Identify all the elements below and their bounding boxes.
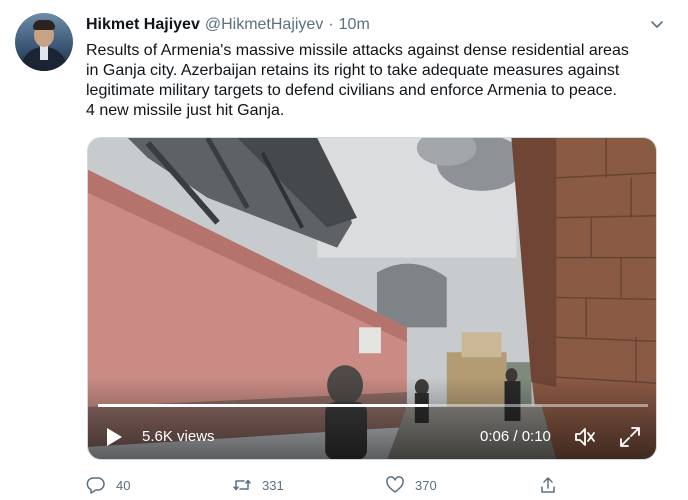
fullscreen-icon[interactable] (618, 425, 642, 449)
share-button[interactable] (538, 474, 558, 496)
tweet-time[interactable]: 10m (339, 16, 370, 34)
tweet-text-line: 4 new missile just hit Ganja. (86, 102, 285, 119)
share-icon (541, 477, 555, 493)
play-icon[interactable] (105, 427, 123, 447)
heart-icon (386, 476, 404, 493)
retweet-icon (233, 479, 251, 491)
retweet-button[interactable]: 331 (232, 474, 284, 496)
like-button[interactable]: 370 (385, 474, 437, 496)
retweet-count: 331 (262, 477, 284, 493)
tweet-text-line: Results of Armenia's massive missile att… (86, 42, 629, 59)
video-frame[interactable] (88, 138, 656, 460)
video-player[interactable]: 5.6K views 0:06 / 0:10 (87, 137, 657, 460)
view-count: 5.6K views (142, 428, 215, 445)
tweet-header: Hikmet Hajiyev @HikmetHajiyev · 10m (86, 14, 370, 36)
like-count: 370 (415, 477, 437, 493)
tweet-actions: 40 331 370 (86, 474, 666, 496)
video-timecode: 0:06 / 0:10 (480, 428, 551, 445)
volume-muted-icon[interactable] (573, 426, 597, 448)
tweet-text-line: in Ganja city. Azerbaijan retains its ri… (86, 62, 620, 79)
video-progress-fill (98, 404, 428, 407)
reply-button[interactable]: 40 (86, 474, 130, 496)
tweet-text-line: legitimate military targets to defend ci… (86, 82, 617, 99)
tweet-text: Results of Armenia's massive missile att… (86, 41, 666, 121)
author-handle[interactable]: @HikmetHajiyev (205, 16, 323, 34)
reply-icon (86, 477, 105, 494)
video-controls: 5.6K views 0:06 / 0:10 (88, 421, 656, 453)
reply-count: 40 (116, 477, 131, 493)
separator-dot: · (328, 16, 334, 33)
tweet[interactable]: Hikmet Hajiyev @HikmetHajiyev · 10m Resu… (0, 0, 688, 500)
chevron-down-icon[interactable] (649, 16, 665, 32)
video-progress-bar[interactable] (98, 404, 648, 407)
avatar[interactable] (15, 13, 73, 71)
author-name[interactable]: Hikmet Hajiyev (86, 16, 200, 34)
